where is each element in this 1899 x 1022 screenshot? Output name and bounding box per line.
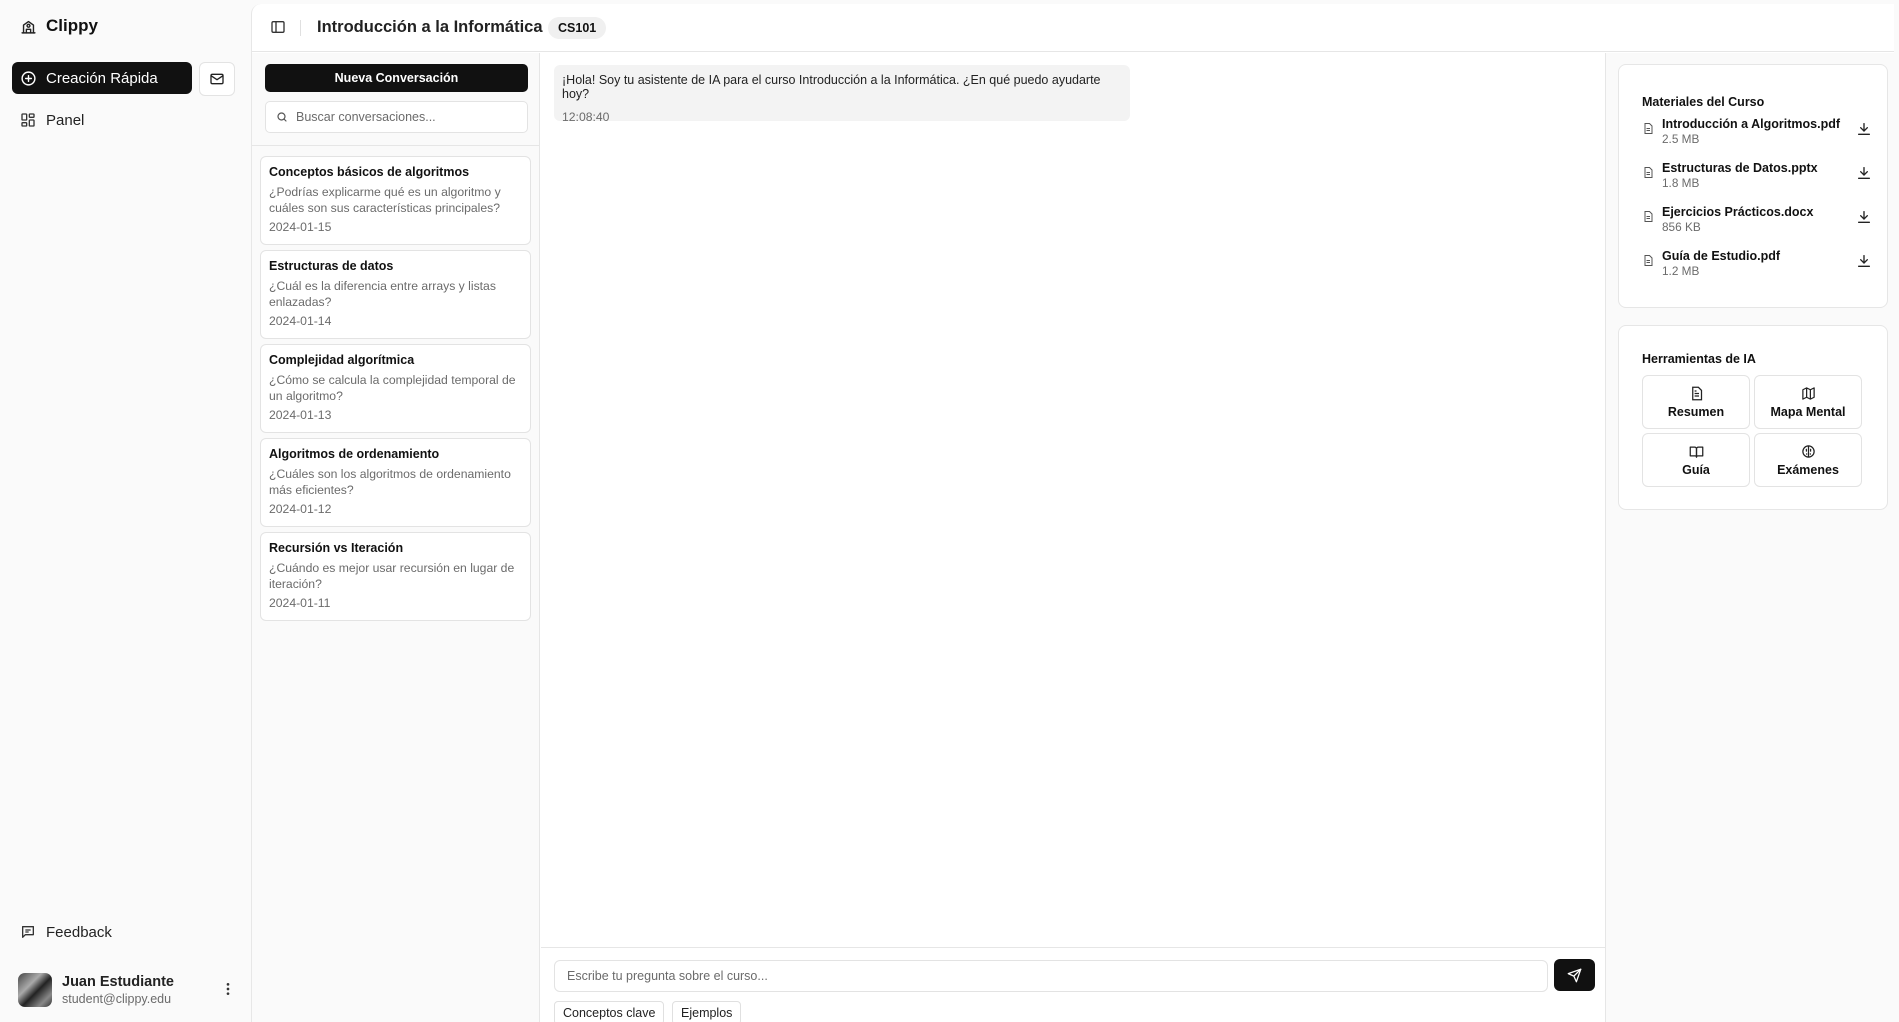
avatar bbox=[18, 973, 52, 1007]
material-size: 1.8 MB bbox=[1662, 176, 1700, 190]
main-panel: Introducción a la Informática CS101 Nuev… bbox=[251, 4, 1895, 1022]
dashboard-icon bbox=[20, 112, 36, 128]
conversation-title: Complejidad algorítmica bbox=[269, 353, 415, 367]
new-conversation-button[interactable]: Nueva Conversación bbox=[265, 64, 528, 92]
nav-item-panel[interactable]: Panel bbox=[12, 104, 238, 136]
quick-create-button[interactable]: Creación Rápida bbox=[12, 62, 192, 94]
material-item: Ejercicios Prácticos.docx 856 KB bbox=[1642, 205, 1872, 241]
brain-icon bbox=[1801, 444, 1816, 459]
search-input[interactable] bbox=[296, 110, 516, 124]
send-icon bbox=[1567, 968, 1582, 983]
material-item: Estructuras de Datos.pptx 1.8 MB bbox=[1642, 161, 1872, 197]
sidebar-toggle-icon[interactable] bbox=[270, 19, 286, 35]
document-icon bbox=[1689, 386, 1704, 401]
conversation-preview: ¿Cuáles son los algoritmos de ordenamien… bbox=[269, 467, 511, 497]
material-name: Ejercicios Prácticos.docx bbox=[1662, 205, 1814, 219]
chat-input[interactable] bbox=[554, 960, 1548, 992]
page-title: Introducción a la Informática bbox=[317, 18, 543, 36]
conversation-date: 2024-01-12 bbox=[269, 502, 332, 516]
brand-name: Clippy bbox=[46, 16, 98, 35]
inbox-button[interactable] bbox=[199, 62, 235, 96]
conversation-title: Estructuras de datos bbox=[269, 259, 394, 273]
right-panel: Materiales del Curso Introducción a Algo… bbox=[1605, 53, 1895, 1022]
tool-label: Mapa Mental bbox=[1770, 404, 1846, 419]
material-size: 2.5 MB bbox=[1662, 132, 1700, 146]
material-item: Guía de Estudio.pdf 1.2 MB bbox=[1642, 249, 1872, 285]
user-name: Juan Estudiante bbox=[62, 974, 174, 990]
download-icon[interactable] bbox=[1856, 209, 1872, 225]
school-icon bbox=[20, 18, 37, 35]
feedback-link[interactable]: Feedback bbox=[12, 916, 238, 948]
quick-create-label: Creación Rápida bbox=[46, 69, 158, 87]
card-title: Herramientas de IA bbox=[1642, 352, 1756, 366]
divider bbox=[252, 145, 540, 146]
material-name: Estructuras de Datos.pptx bbox=[1662, 161, 1818, 175]
material-name: Guía de Estudio.pdf bbox=[1662, 249, 1781, 263]
card-title: Materiales del Curso bbox=[1642, 95, 1765, 109]
conversation-title: Conceptos básicos de algoritmos bbox=[269, 165, 470, 179]
download-icon[interactable] bbox=[1856, 253, 1872, 269]
feedback-label: Feedback bbox=[46, 923, 112, 941]
conversation-preview: ¿Podrías explicarme qué es un algoritmo … bbox=[269, 185, 501, 215]
conversation-title: Recursión vs Iteración bbox=[269, 541, 404, 555]
message-text: ¡Hola! Soy tu asistente de IA para el cu… bbox=[562, 73, 1101, 101]
mail-icon bbox=[209, 71, 225, 87]
nav-item-label: Panel bbox=[46, 111, 85, 129]
material-name: Introducción a Algoritmos.pdf bbox=[1662, 117, 1841, 131]
tool-label: Resumen bbox=[1667, 404, 1725, 419]
material-size: 1.2 MB bbox=[1662, 264, 1700, 278]
message-timestamp: 12:08:40 bbox=[562, 110, 610, 124]
plus-circle-icon bbox=[20, 70, 37, 87]
conversation-date: 2024-01-13 bbox=[269, 408, 332, 422]
conversation-item[interactable]: Algoritmos de ordenamiento ¿Cuáles son l… bbox=[260, 438, 531, 527]
material-item: Introducción a Algoritmos.pdf 2.5 MB bbox=[1642, 117, 1872, 153]
conversation-list-panel: Nueva Conversación Conceptos básicos de … bbox=[252, 53, 540, 1022]
conversation-preview: ¿Cuál es la diferencia entre arrays y li… bbox=[269, 279, 496, 309]
file-icon bbox=[1642, 122, 1654, 135]
exams-tool-button[interactable]: Exámenes bbox=[1754, 433, 1862, 487]
conversation-date: 2024-01-15 bbox=[269, 220, 332, 234]
download-icon[interactable] bbox=[1856, 121, 1872, 137]
guide-tool-button[interactable]: Guía bbox=[1642, 433, 1750, 487]
conversation-item[interactable]: Recursión vs Iteración ¿Cuándo es mejor … bbox=[260, 532, 531, 621]
divider bbox=[541, 947, 1605, 948]
map-icon bbox=[1801, 386, 1816, 401]
download-icon[interactable] bbox=[1856, 165, 1872, 181]
book-icon bbox=[1689, 444, 1704, 459]
ai-tools-card: Herramientas de IA Resumen Mapa Mental G… bbox=[1618, 325, 1888, 510]
conversation-date: 2024-01-14 bbox=[269, 314, 332, 328]
user-profile[interactable]: Juan Estudiante student@clippy.edu bbox=[18, 968, 238, 1012]
conversation-item[interactable]: Conceptos básicos de algoritmos ¿Podrías… bbox=[260, 156, 531, 245]
send-button[interactable] bbox=[1554, 959, 1595, 991]
app-sidebar: Clippy Creación Rápida Panel Feedback Ju… bbox=[0, 0, 250, 1022]
material-size: 856 KB bbox=[1662, 220, 1701, 234]
file-icon bbox=[1642, 254, 1654, 267]
conversation-title: Algoritmos de ordenamiento bbox=[269, 447, 440, 461]
tool-label: Exámenes bbox=[1777, 462, 1839, 477]
more-vertical-icon[interactable] bbox=[220, 980, 236, 998]
summary-tool-button[interactable]: Resumen bbox=[1642, 375, 1750, 429]
conversation-item[interactable]: Complejidad algorítmica ¿Cómo se calcula… bbox=[260, 344, 531, 433]
tool-label: Guía bbox=[1682, 462, 1710, 477]
suggestion-chip[interactable]: Conceptos clave bbox=[554, 1001, 665, 1022]
mind-map-tool-button[interactable]: Mapa Mental bbox=[1754, 375, 1862, 429]
file-icon bbox=[1642, 210, 1654, 223]
topbar: Introducción a la Informática CS101 bbox=[252, 4, 1894, 52]
divider bbox=[300, 20, 301, 36]
conversation-preview: ¿Cómo se calcula la complejidad temporal… bbox=[269, 373, 516, 403]
chat-area: ¡Hola! Soy tu asistente de IA para el cu… bbox=[541, 53, 1605, 1022]
message-square-icon bbox=[20, 924, 36, 940]
search-icon bbox=[276, 111, 288, 123]
suggestion-chip[interactable]: Ejemplos bbox=[672, 1001, 742, 1022]
user-email: student@clippy.edu bbox=[62, 992, 172, 1006]
assistant-message: ¡Hola! Soy tu asistente de IA para el cu… bbox=[554, 65, 1130, 124]
conversation-search[interactable] bbox=[265, 101, 528, 133]
materials-card: Materiales del Curso Introducción a Algo… bbox=[1618, 64, 1888, 308]
conversation-preview: ¿Cuándo es mejor usar recursión en lugar… bbox=[269, 561, 515, 591]
file-icon bbox=[1642, 166, 1654, 179]
conversation-date: 2024-01-11 bbox=[269, 596, 331, 610]
brand[interactable]: Clippy bbox=[20, 16, 98, 36]
conversation-item[interactable]: Estructuras de datos ¿Cuál es la diferen… bbox=[260, 250, 531, 339]
course-code-badge: CS101 bbox=[548, 17, 607, 39]
